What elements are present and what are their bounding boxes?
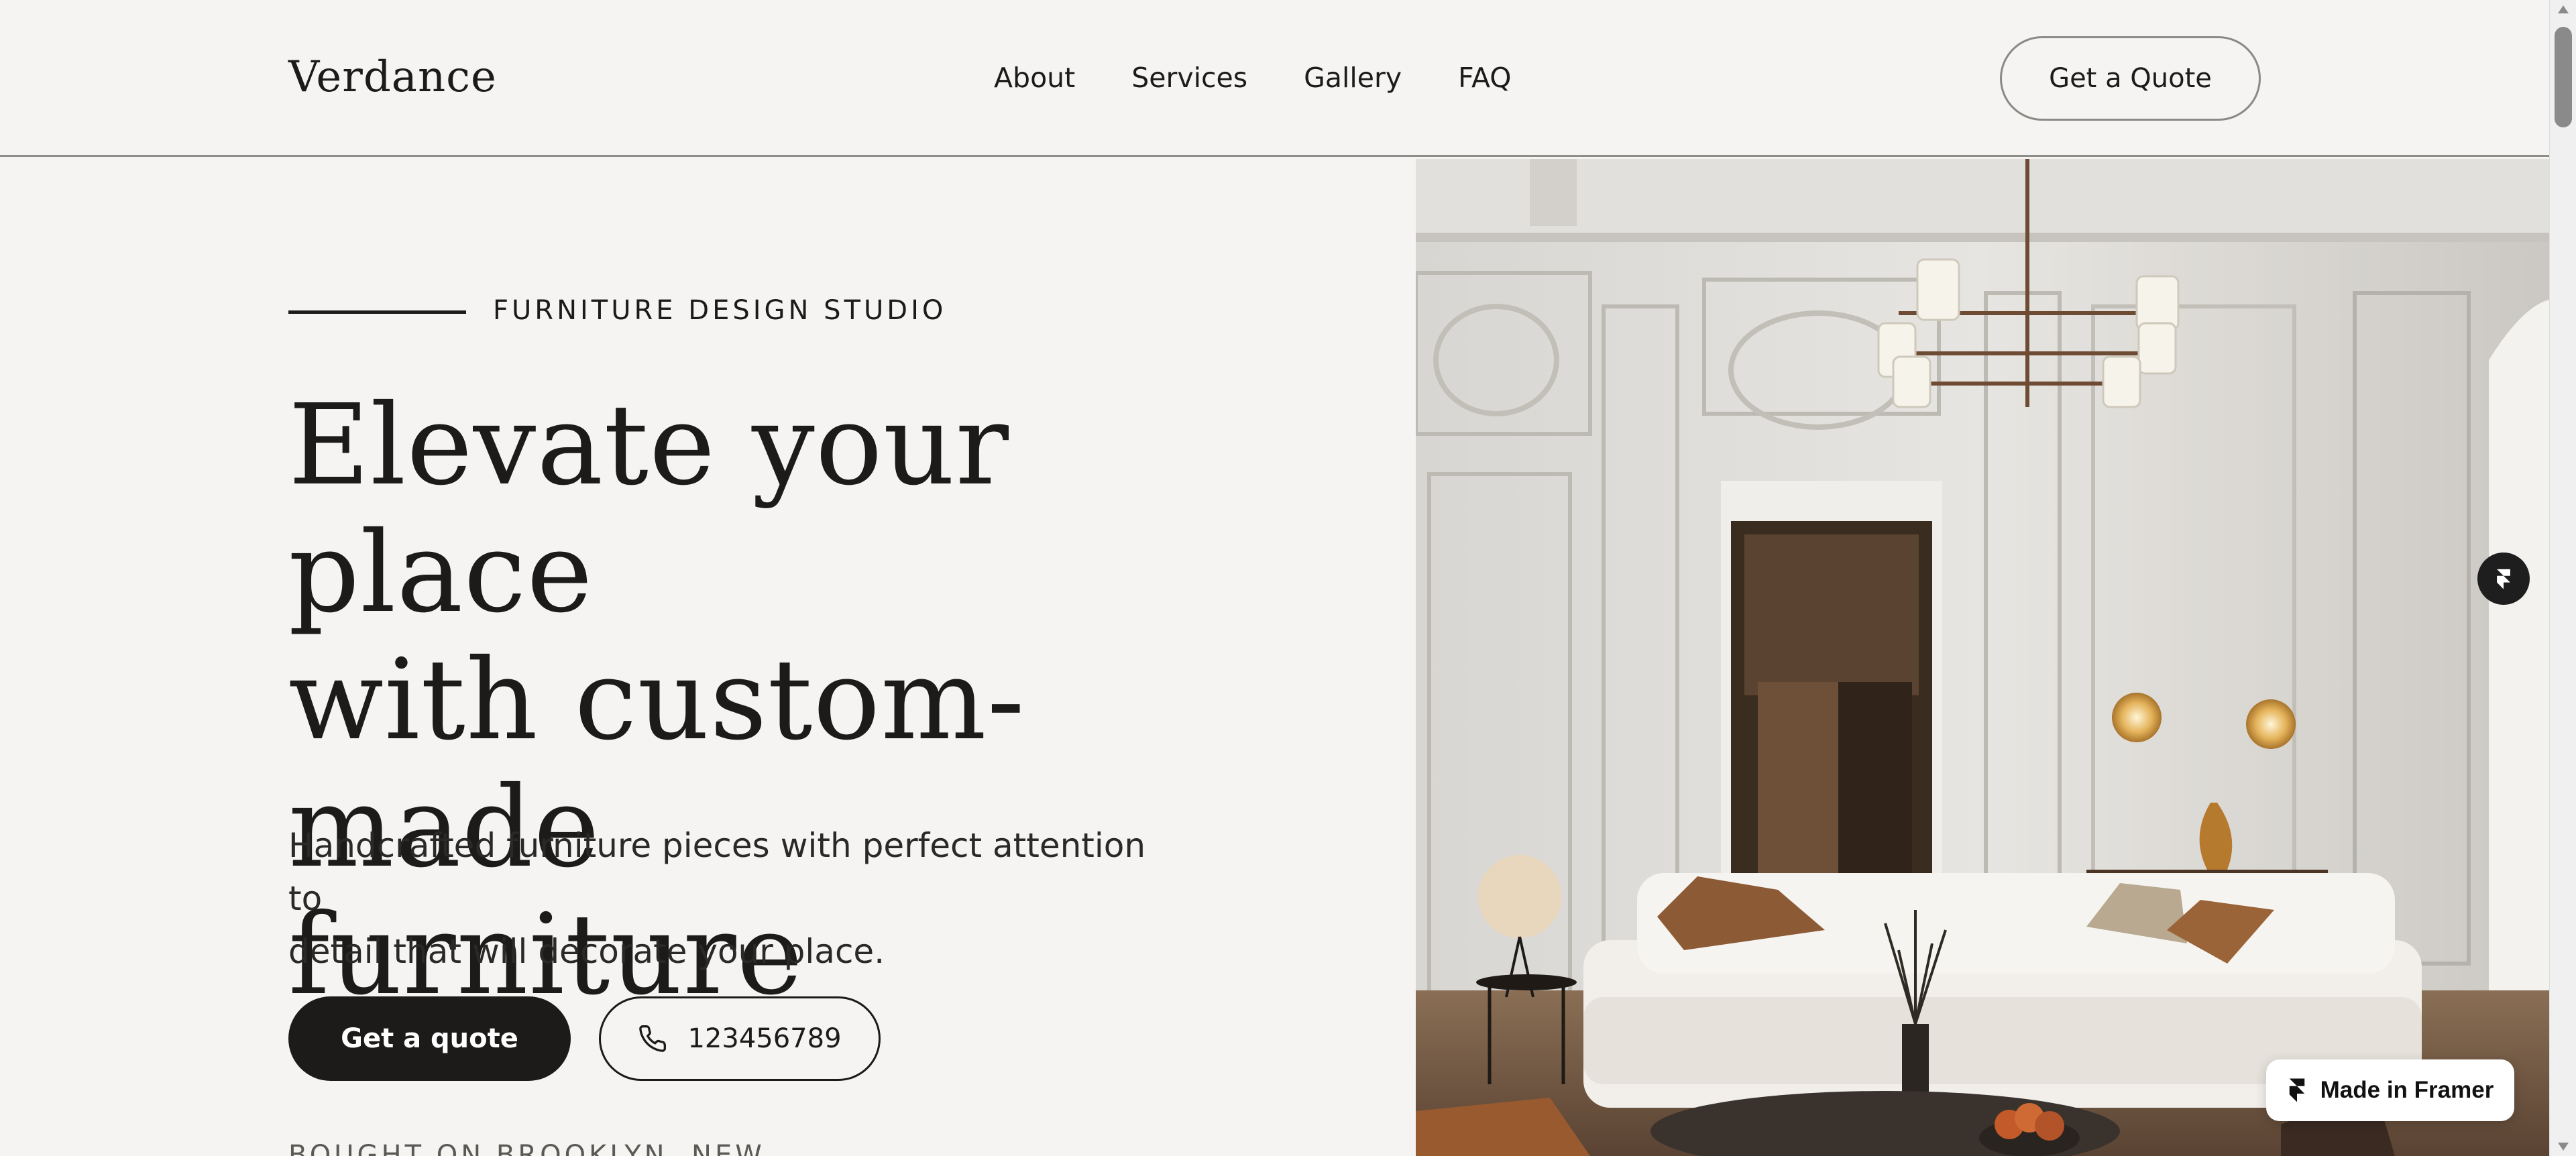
eyebrow-divider	[288, 310, 466, 314]
phone-button[interactable]: 123456789	[599, 996, 881, 1081]
subtitle-line-1: Handcrafted furniture pieces with perfec…	[288, 826, 1146, 918]
phone-icon	[639, 1025, 667, 1052]
main-nav: About Services Gallery FAQ	[994, 62, 1512, 94]
nav-about[interactable]: About	[994, 62, 1075, 94]
vertical-scrollbar[interactable]	[2549, 0, 2576, 1156]
scroll-down-arrow[interactable]	[2558, 1143, 2569, 1151]
nav-gallery[interactable]: Gallery	[1304, 62, 1402, 94]
phone-number: 123456789	[687, 1023, 842, 1054]
hero-image	[1416, 159, 2549, 1156]
framer-logo-icon	[2497, 569, 2510, 589]
scroll-thumb[interactable]	[2555, 27, 2572, 127]
made-in-framer-label: Made in Framer	[2320, 1077, 2494, 1103]
get-quote-button[interactable]: Get a quote	[288, 996, 571, 1081]
nav-services[interactable]: Services	[1131, 62, 1247, 94]
made-in-framer-badge[interactable]: Made in Framer	[2266, 1059, 2514, 1121]
eyebrow-text: FURNITURE DESIGN STUDIO	[493, 295, 947, 326]
framer-badge-icon	[2289, 1078, 2304, 1102]
brand-logo[interactable]: Verdance	[288, 52, 497, 102]
nav-faq[interactable]: FAQ	[1458, 62, 1511, 94]
framer-floating-button[interactable]	[2477, 553, 2530, 605]
hero-subtitle: Handcrafted furniture pieces with perfec…	[288, 819, 1147, 978]
scroll-up-arrow[interactable]	[2558, 5, 2569, 13]
interior-illustration	[1416, 159, 2549, 1156]
get-quote-header-button[interactable]: Get a Quote	[2000, 36, 2261, 121]
headline-line-1: Elevate your place	[288, 381, 1009, 638]
cutoff-text: BOUGHT ON BROOKLYN, NEW	[288, 1140, 765, 1156]
subtitle-line-2: detail that will decorate your place.	[288, 932, 885, 971]
site-header: Verdance About Services Gallery FAQ Get …	[0, 0, 2549, 157]
